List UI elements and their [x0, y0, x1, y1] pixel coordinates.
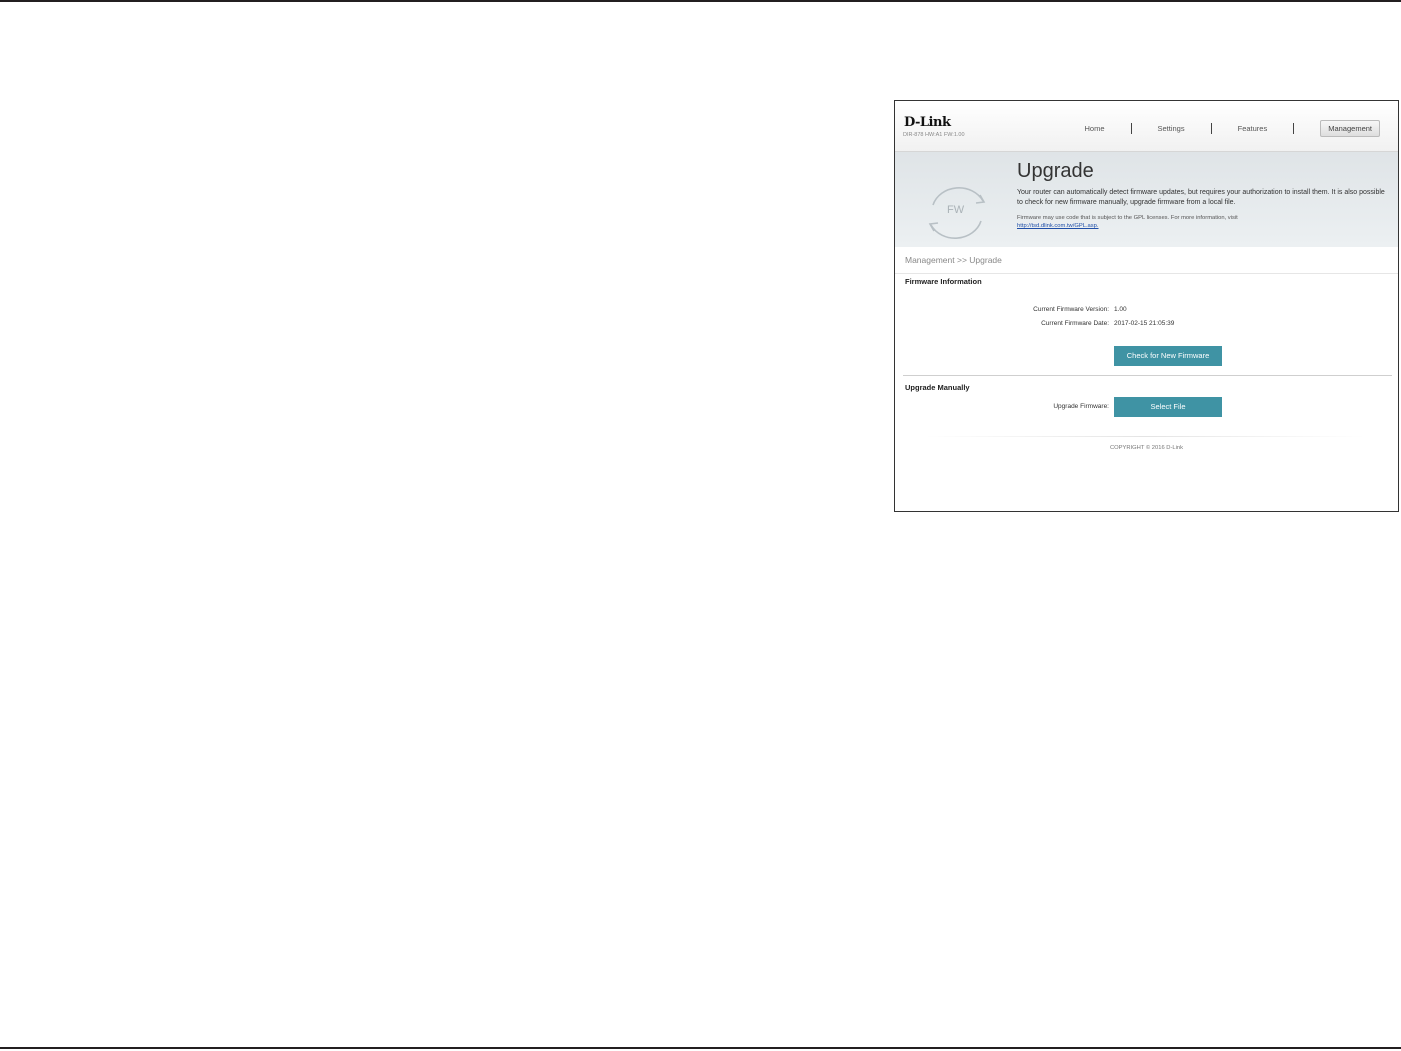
- firmware-date-label: Current Firmware Date:: [1041, 320, 1109, 327]
- nav-separator: [1210, 123, 1212, 134]
- top-navigation-bar: D-Link DIR-878 HW:A1 FW:1.00 Home Settin…: [895, 101, 1398, 152]
- upgrade-manually-title: Upgrade Manually: [905, 383, 970, 392]
- page-banner: FW Upgrade Your router can automatically…: [895, 152, 1398, 247]
- page-description: Your router can automatically detect fir…: [1017, 189, 1385, 206]
- check-firmware-button[interactable]: Check for New Firmware: [1114, 346, 1222, 366]
- breadcrumb-divider: [895, 273, 1398, 274]
- gpl-note-text: Firmware may use code that is subject to…: [1017, 215, 1238, 221]
- page-title: Upgrade: [1017, 160, 1094, 182]
- nav-features[interactable]: Features: [1238, 124, 1294, 133]
- gpl-link[interactable]: http://tsd.dlink.com.tw/GPL.asp.: [1017, 222, 1385, 230]
- nav-separator: [1293, 123, 1295, 134]
- nav-separator: [1130, 123, 1132, 134]
- select-file-button[interactable]: Select File: [1114, 397, 1222, 417]
- footer-divider: [925, 436, 1365, 437]
- firmware-version-value: 1.00: [1114, 306, 1127, 313]
- firmware-version-label: Current Firmware Version:: [1033, 306, 1109, 313]
- nav-management[interactable]: Management: [1320, 120, 1380, 137]
- fw-icon-text: FW: [947, 204, 965, 216]
- dlink-logo[interactable]: D-Link: [904, 115, 951, 130]
- model-info: DIR-878 HW:A1 FW:1.00: [903, 132, 965, 138]
- router-ui-screenshot: D-Link DIR-878 HW:A1 FW:1.00 Home Settin…: [894, 100, 1399, 512]
- nav-settings[interactable]: Settings: [1158, 124, 1211, 133]
- copyright: COPYRIGHT © 2016 D-Link: [1109, 445, 1184, 451]
- page-bottom-rule: [0, 1047, 1401, 1049]
- firmware-date-value: 2017-02-15 21:05:39: [1114, 320, 1175, 327]
- upgrade-firmware-label: Upgrade Firmware:: [1053, 403, 1109, 410]
- page-top-rule: [0, 0, 1401, 2]
- firmware-info-title: Firmware Information: [905, 277, 982, 286]
- nav-home[interactable]: Home: [1084, 124, 1130, 133]
- gpl-note: Firmware may use code that is subject to…: [1017, 214, 1385, 230]
- main-nav: Home Settings Features Management: [1084, 120, 1380, 137]
- section-divider: [903, 375, 1392, 376]
- breadcrumb: Management >> Upgrade: [905, 255, 1002, 265]
